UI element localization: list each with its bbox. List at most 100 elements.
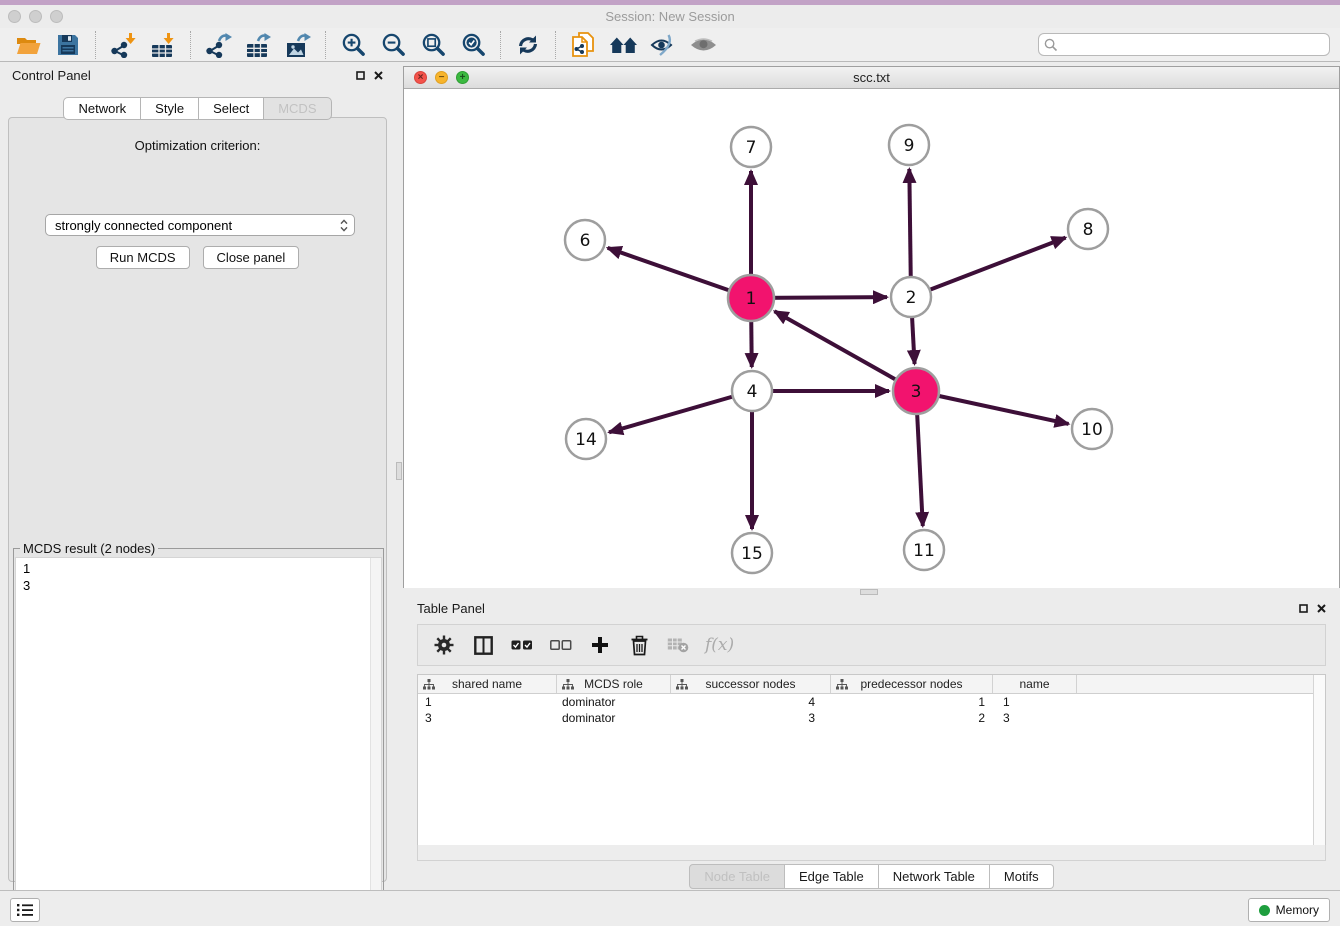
table-vertical-scrollbar[interactable]: [1313, 675, 1325, 845]
tab-motifs[interactable]: Motifs: [990, 864, 1054, 889]
mcds-result-textarea[interactable]: 1 3: [15, 557, 382, 924]
cell-successor-nodes[interactable]: 4: [671, 695, 831, 709]
task-history-button[interactable]: [10, 898, 40, 922]
trash-icon: [631, 635, 648, 656]
tab-style[interactable]: Style: [141, 97, 199, 120]
cell-mcds-role[interactable]: dominator: [557, 695, 671, 709]
network-graph[interactable]: 1234678910111415: [404, 89, 1339, 589]
table-header-row: shared name MCDS role successor nodes pr…: [418, 675, 1325, 694]
close-panel-icon[interactable]: [1317, 604, 1326, 613]
cell-shared-name[interactable]: 1: [418, 695, 557, 709]
memory-status-dot: [1259, 905, 1270, 916]
attribute-tree-icon: [836, 679, 848, 690]
toolbar-separator: [95, 31, 96, 59]
hide-selected-button[interactable]: [643, 29, 683, 61]
dropdown-stepper-icon: [340, 219, 348, 232]
zoom-in-button[interactable]: [333, 29, 373, 61]
cell-predecessor-nodes[interactable]: 2: [831, 711, 993, 725]
show-all-button[interactable]: [683, 29, 723, 61]
table-horizontal-scrollbar[interactable]: [417, 845, 1326, 861]
cell-shared-name[interactable]: 3: [418, 711, 557, 725]
zoom-selected-icon: [461, 32, 486, 57]
deselect-all-columns-button[interactable]: [549, 630, 573, 660]
table-row[interactable]: 3 dominator 3 2 3: [418, 710, 1325, 726]
import-table-button[interactable]: [143, 29, 183, 61]
export-table-button[interactable]: [238, 29, 278, 61]
table-panel-tabs: Node Table Edge Table Network Table Moti…: [403, 864, 1340, 889]
run-mcds-button[interactable]: Run MCDS: [96, 246, 190, 269]
table-panel-header: Table Panel: [403, 596, 1340, 620]
tab-select[interactable]: Select: [199, 97, 264, 120]
export-image-icon: [285, 32, 311, 58]
mcds-tab-content: Optimization criterion: strongly connect…: [8, 117, 387, 882]
tab-network-table[interactable]: Network Table: [879, 864, 990, 889]
column-header-name[interactable]: name: [993, 675, 1077, 693]
zoom-fit-button[interactable]: [413, 29, 453, 61]
cell-name[interactable]: 1: [993, 695, 1077, 709]
cell-predecessor-nodes[interactable]: 1: [831, 695, 993, 709]
toggle-column-panel-button[interactable]: [471, 630, 495, 660]
column-header-mcds-role[interactable]: MCDS role: [557, 675, 671, 693]
memory-button[interactable]: Memory: [1248, 898, 1330, 922]
node-label-10: 10: [1081, 420, 1103, 440]
clone-network-button[interactable]: [563, 29, 603, 61]
add-column-button[interactable]: [588, 630, 612, 660]
criterion-dropdown-value: strongly connected component: [55, 218, 340, 233]
table-row[interactable]: 1 dominator 4 1 1: [418, 694, 1325, 710]
cell-name[interactable]: 3: [993, 711, 1077, 725]
open-session-button[interactable]: [8, 29, 48, 61]
float-panel-icon[interactable]: [356, 71, 365, 80]
vertical-splitter-handle[interactable]: [396, 462, 402, 480]
export-network-button[interactable]: [198, 29, 238, 61]
function-builder-button[interactable]: f(x): [705, 630, 734, 660]
edge-3-1[interactable]: [775, 311, 916, 391]
column-header-successor-nodes[interactable]: successor nodes: [671, 675, 831, 693]
cell-mcds-role[interactable]: dominator: [557, 711, 671, 725]
memory-label: Memory: [1276, 903, 1319, 917]
zoom-fit-icon: [421, 32, 446, 57]
node-label-8: 8: [1083, 220, 1094, 240]
close-panel-icon[interactable]: [374, 71, 383, 80]
main-toolbar: [0, 28, 1340, 62]
edge-2-8[interactable]: [911, 238, 1066, 297]
save-session-button[interactable]: [48, 29, 88, 61]
network-window-titlebar[interactable]: × − + scc.txt: [404, 67, 1339, 89]
close-panel-button[interactable]: Close panel: [203, 246, 300, 269]
delete-column-button[interactable]: [627, 630, 651, 660]
criterion-dropdown[interactable]: strongly connected component: [45, 214, 355, 236]
result-scrollbar[interactable]: [370, 558, 381, 923]
network-canvas[interactable]: 1234678910111415: [404, 89, 1339, 589]
export-image-button[interactable]: [278, 29, 318, 61]
delete-table-button[interactable]: [666, 630, 690, 660]
column-header-shared-name[interactable]: shared name: [418, 675, 557, 693]
delete-table-icon: [667, 637, 689, 653]
mcds-result-line: 1: [23, 560, 381, 577]
task-list-icon: [16, 903, 34, 917]
select-all-columns-button[interactable]: [510, 630, 534, 660]
gear-icon: [434, 635, 454, 655]
fx-icon: f(x): [705, 635, 734, 655]
zoom-out-icon: [381, 32, 406, 57]
search-input[interactable]: [1058, 35, 1329, 54]
tab-mcds[interactable]: MCDS: [264, 97, 331, 120]
cell-successor-nodes[interactable]: 3: [671, 711, 831, 725]
import-network-button[interactable]: [103, 29, 143, 61]
column-header-predecessor-nodes[interactable]: predecessor nodes: [831, 675, 993, 693]
refresh-layout-button[interactable]: [508, 29, 548, 61]
zoom-out-button[interactable]: [373, 29, 413, 61]
table-settings-button[interactable]: [432, 630, 456, 660]
tab-node-table[interactable]: Node Table: [689, 864, 785, 889]
zoom-selected-button[interactable]: [453, 29, 493, 61]
horizontal-splitter-handle[interactable]: [860, 589, 878, 595]
horizontal-splitter[interactable]: [403, 588, 1340, 596]
edge-4-14[interactable]: [609, 391, 752, 432]
tab-network[interactable]: Network: [63, 97, 141, 120]
zoom-in-icon: [341, 32, 366, 57]
vertical-splitter[interactable]: [395, 62, 403, 890]
search-box[interactable]: [1038, 33, 1330, 56]
tab-edge-table[interactable]: Edge Table: [785, 864, 879, 889]
node-table[interactable]: shared name MCDS role successor nodes pr…: [417, 674, 1326, 845]
import-network-icon: [110, 32, 137, 58]
float-panel-icon[interactable]: [1299, 604, 1308, 613]
nested-networks-button[interactable]: [603, 29, 643, 61]
